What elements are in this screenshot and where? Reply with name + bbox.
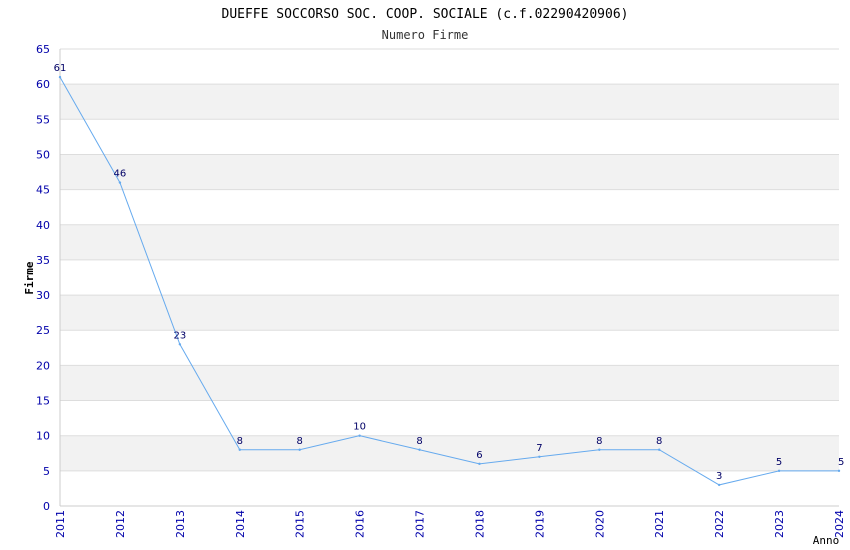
x-tick-label: 2018 [473,510,486,538]
y-tick-label: 60 [36,78,50,91]
x-tick-label: 2023 [773,510,786,538]
data-point [298,448,301,451]
data-point [118,181,122,184]
data-point [717,483,721,487]
y-tick-label: 40 [36,219,50,232]
x-axis-label: Anno [813,534,840,547]
data-point [777,469,781,473]
data-label: 8 [416,436,422,447]
grid-band [60,84,839,120]
grid-band [60,295,839,331]
x-tick-label: 2019 [533,510,546,538]
x-tick-label: 2022 [713,510,726,538]
x-tick-label: 2021 [653,510,666,538]
x-tick-label: 2013 [174,510,187,538]
y-axis-label: Firme [23,261,36,294]
data-label: 5 [776,457,782,468]
data-label: 46 [114,169,127,180]
data-label: 8 [297,436,303,447]
x-tick-label: 2016 [354,510,367,538]
chart-subtitle: Numero Firme [382,28,469,42]
y-tick-label: 0 [43,500,50,513]
x-tick-label: 2012 [114,510,127,538]
data-label: 5 [838,457,844,468]
data-label: 6 [476,450,482,461]
y-tick-label: 55 [36,113,50,126]
data-label: 7 [536,443,542,454]
y-tick-label: 45 [36,184,50,197]
data-label: 61 [54,63,67,74]
data-label: 8 [656,436,662,447]
data-point [658,448,661,451]
line-chart: 05101520253035404550556065 2011 2012 2013 2… [23,7,846,547]
data-point [418,448,421,451]
y-tick-label: 5 [43,465,50,478]
data-label: 23 [173,330,186,341]
data-point [837,469,841,473]
series-line [59,76,839,486]
data-point [538,455,541,458]
data-labels: 61 46 23 8 8 10 8 6 7 8 8 3 5 5 [54,63,845,482]
y-tick-labels: 0 5 10 15 20 25 30 35 40 45 50 55 60 65 [36,43,50,513]
x-tick-label: 2015 [294,510,307,538]
x-tick-label: 2014 [234,510,247,538]
data-label: 8 [596,436,602,447]
y-tick-label: 25 [36,324,50,337]
y-tick-label: 30 [36,289,50,302]
grid-band [60,435,839,471]
grid-band [60,154,839,190]
series-layer [58,75,841,487]
y-tick-label: 15 [36,395,50,408]
data-point [478,462,481,466]
x-tick-label: 2017 [414,510,427,538]
y-tick-label: 20 [36,359,50,372]
grid-band [60,365,839,401]
grid-band [60,224,839,260]
data-point [238,448,241,451]
y-tick-label: 65 [36,43,50,56]
data-point [178,343,182,346]
data-label: 8 [237,436,243,447]
x-tick-label: 2020 [593,510,606,538]
data-point [58,75,62,79]
x-tick-labels: 2011 2012 2013 2014 2015 2016 2017 2018 2019 2020… [54,510,846,538]
data-point [358,434,361,437]
x-tick-label: 2011 [54,510,67,538]
grid-bands [60,84,839,471]
chart-title: DUEFFE SOCCORSO SOC. COOP. SOCIALE (c.f.… [222,7,629,22]
y-tick-label: 10 [36,430,50,443]
y-tick-label: 35 [36,254,50,267]
data-label: 3 [716,471,722,482]
data-point [598,448,601,451]
y-tick-label: 50 [36,148,50,161]
data-label: 10 [353,422,366,433]
